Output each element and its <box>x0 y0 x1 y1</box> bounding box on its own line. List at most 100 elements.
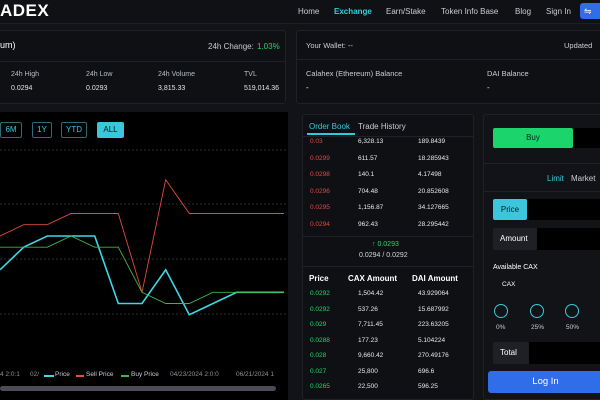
chart-scrollbar[interactable] <box>0 386 276 391</box>
wallet-button[interactable]: ⇋ <box>580 3 600 19</box>
divider <box>302 136 474 137</box>
stat-label-24h-volume: 24h Volume <box>158 71 195 78</box>
total-label: Total <box>500 348 517 357</box>
pair-name: um) <box>0 40 16 50</box>
tab-underline <box>307 133 355 135</box>
x-tick-label: 06/21/2024 1 <box>236 371 274 378</box>
sell-price[interactable]: 0.0296 <box>310 188 330 195</box>
sell-price[interactable]: 0.0298 <box>310 171 330 178</box>
price-label-button[interactable]: Price <box>493 199 527 220</box>
percent-0-label: 0% <box>496 324 506 331</box>
buy-price[interactable]: 0.027 <box>310 368 326 375</box>
sell-dai: 20.852608 <box>418 187 449 195</box>
sell-dai: 18.285943 <box>418 154 449 162</box>
nav-blog[interactable]: Blog <box>515 7 531 16</box>
tab-trade-history[interactable]: Trade History <box>358 122 406 131</box>
buy-amount: 9,660.42 <box>358 352 384 359</box>
series-line-price <box>0 235 284 316</box>
sell-price[interactable]: 0.0294 <box>310 221 330 228</box>
chart-grid <box>0 149 288 315</box>
change-value: 1.03% <box>257 42 280 51</box>
range-6m-button[interactable]: 6M <box>0 122 22 138</box>
header-dai-amount: DAI Amount <box>412 274 458 283</box>
sell-tab[interactable] <box>573 128 600 148</box>
legend-sell-price[interactable]: Sell Price <box>86 371 113 378</box>
nav-token-info-base[interactable]: Token Info Base <box>441 7 498 16</box>
amount-label-box: Amount <box>493 228 537 250</box>
percent-25-radio[interactable] <box>530 304 544 318</box>
x-tick-label: 04/23/2024 2:0:0 <box>170 371 219 378</box>
cax-label: CAX <box>502 281 516 288</box>
percent-0-radio[interactable] <box>494 304 508 318</box>
buy-amount: 25,800 <box>358 367 378 375</box>
wallet-updated: Updated <box>564 41 593 50</box>
buy-amount: 1,504.42 <box>358 290 384 297</box>
buy-price[interactable]: 0.0292 <box>310 290 330 297</box>
market-tab[interactable]: Market <box>571 174 595 183</box>
buy-dai: 270.49176 <box>418 352 449 359</box>
stat-value-24h-high: 0.0294 <box>11 85 33 92</box>
divider <box>483 163 600 164</box>
stat-value-tvl: 519,014.36 <box>244 85 280 92</box>
dai-balance-label: DAI Balance <box>487 69 529 78</box>
stat-label-tvl: TVL <box>244 71 257 78</box>
legend-swatch-price <box>44 375 54 377</box>
sell-price[interactable]: 0.0299 <box>310 155 330 162</box>
nav-exchange[interactable]: Exchange <box>334 7 372 16</box>
sell-amount: 611.57 <box>358 154 378 162</box>
wallet-label: Your Wallet: -- <box>306 41 353 50</box>
legend-price[interactable]: Price <box>55 371 70 378</box>
buy-price[interactable]: 0.028 <box>310 352 326 359</box>
total-input[interactable] <box>529 342 600 364</box>
sell-amount: 962.43 <box>358 220 378 228</box>
buy-dai: 696.6 <box>418 367 435 375</box>
sell-dai: 189.8439 <box>418 138 446 145</box>
cax-balance-label: Calahex (Ethereum) Balance <box>306 69 403 78</box>
legend-swatch-buy <box>121 375 129 377</box>
stat-value-24h-volume: 3,815.33 <box>158 85 186 92</box>
buy-price[interactable]: 0.029 <box>310 321 326 328</box>
nav-sign-in[interactable]: Sign In <box>546 7 571 16</box>
sell-amount: 1,156.87 <box>358 204 384 211</box>
spread: 0.0294 / 0.0292 <box>359 252 408 259</box>
tab-order-book[interactable]: Order Book <box>309 122 350 131</box>
chart-lines <box>0 178 284 316</box>
limit-tab[interactable]: Limit <box>547 174 564 183</box>
header-cax-amount: CAX Amount <box>348 274 398 283</box>
price-input[interactable] <box>527 199 600 220</box>
top-navigation-bar: ADEX Home Exchange Earn/Stake Token Info… <box>0 0 600 24</box>
buy-amount: 177.23 <box>358 336 378 344</box>
percent-25-label: 25% <box>531 324 545 331</box>
percent-50-radio[interactable] <box>565 304 579 318</box>
sell-amount: 6,328.13 <box>358 138 384 145</box>
buy-price[interactable]: 0.0292 <box>310 306 330 313</box>
sell-dai: 34.127665 <box>418 204 449 211</box>
range-ytd-button[interactable]: YTD <box>61 122 87 138</box>
log-in-button[interactable]: Log In <box>488 371 600 393</box>
legend-buy-price[interactable]: Buy Price <box>131 371 159 378</box>
buy-amount: 537.26 <box>358 305 378 313</box>
range-1y-button[interactable]: 1Y <box>32 122 52 138</box>
buy-price[interactable]: 0.0288 <box>310 337 330 344</box>
nav-earn-stake[interactable]: Earn/Stake <box>386 7 426 16</box>
stat-label-24h-low: 24h Low <box>86 71 113 78</box>
stat-label-24h-high: 24h High <box>11 71 40 78</box>
sell-price[interactable]: 0.0295 <box>310 204 330 211</box>
nav-home[interactable]: Home <box>298 7 319 16</box>
buy-amount: 22,500 <box>358 383 378 390</box>
buy-price[interactable]: 0.0265 <box>310 383 330 390</box>
buy-tab[interactable]: Buy <box>493 128 573 148</box>
sell-price[interactable]: 0.03 <box>310 138 323 145</box>
sell-amount: 704.48 <box>358 187 378 195</box>
sell-amount: 140.1 <box>358 171 375 178</box>
divider <box>0 61 286 62</box>
divider <box>296 59 600 60</box>
mid-price: ↑ 0.0293 <box>372 241 399 248</box>
buy-amount: 7,711.45 <box>358 321 383 328</box>
logo[interactable]: ADEX <box>0 1 49 21</box>
buy-dai: 596.25 <box>418 383 438 390</box>
amount-input[interactable] <box>537 228 600 250</box>
x-tick-label: 02/ <box>30 371 40 378</box>
amount-label: Amount <box>500 234 528 243</box>
range-all-button[interactable]: ALL <box>97 122 124 138</box>
